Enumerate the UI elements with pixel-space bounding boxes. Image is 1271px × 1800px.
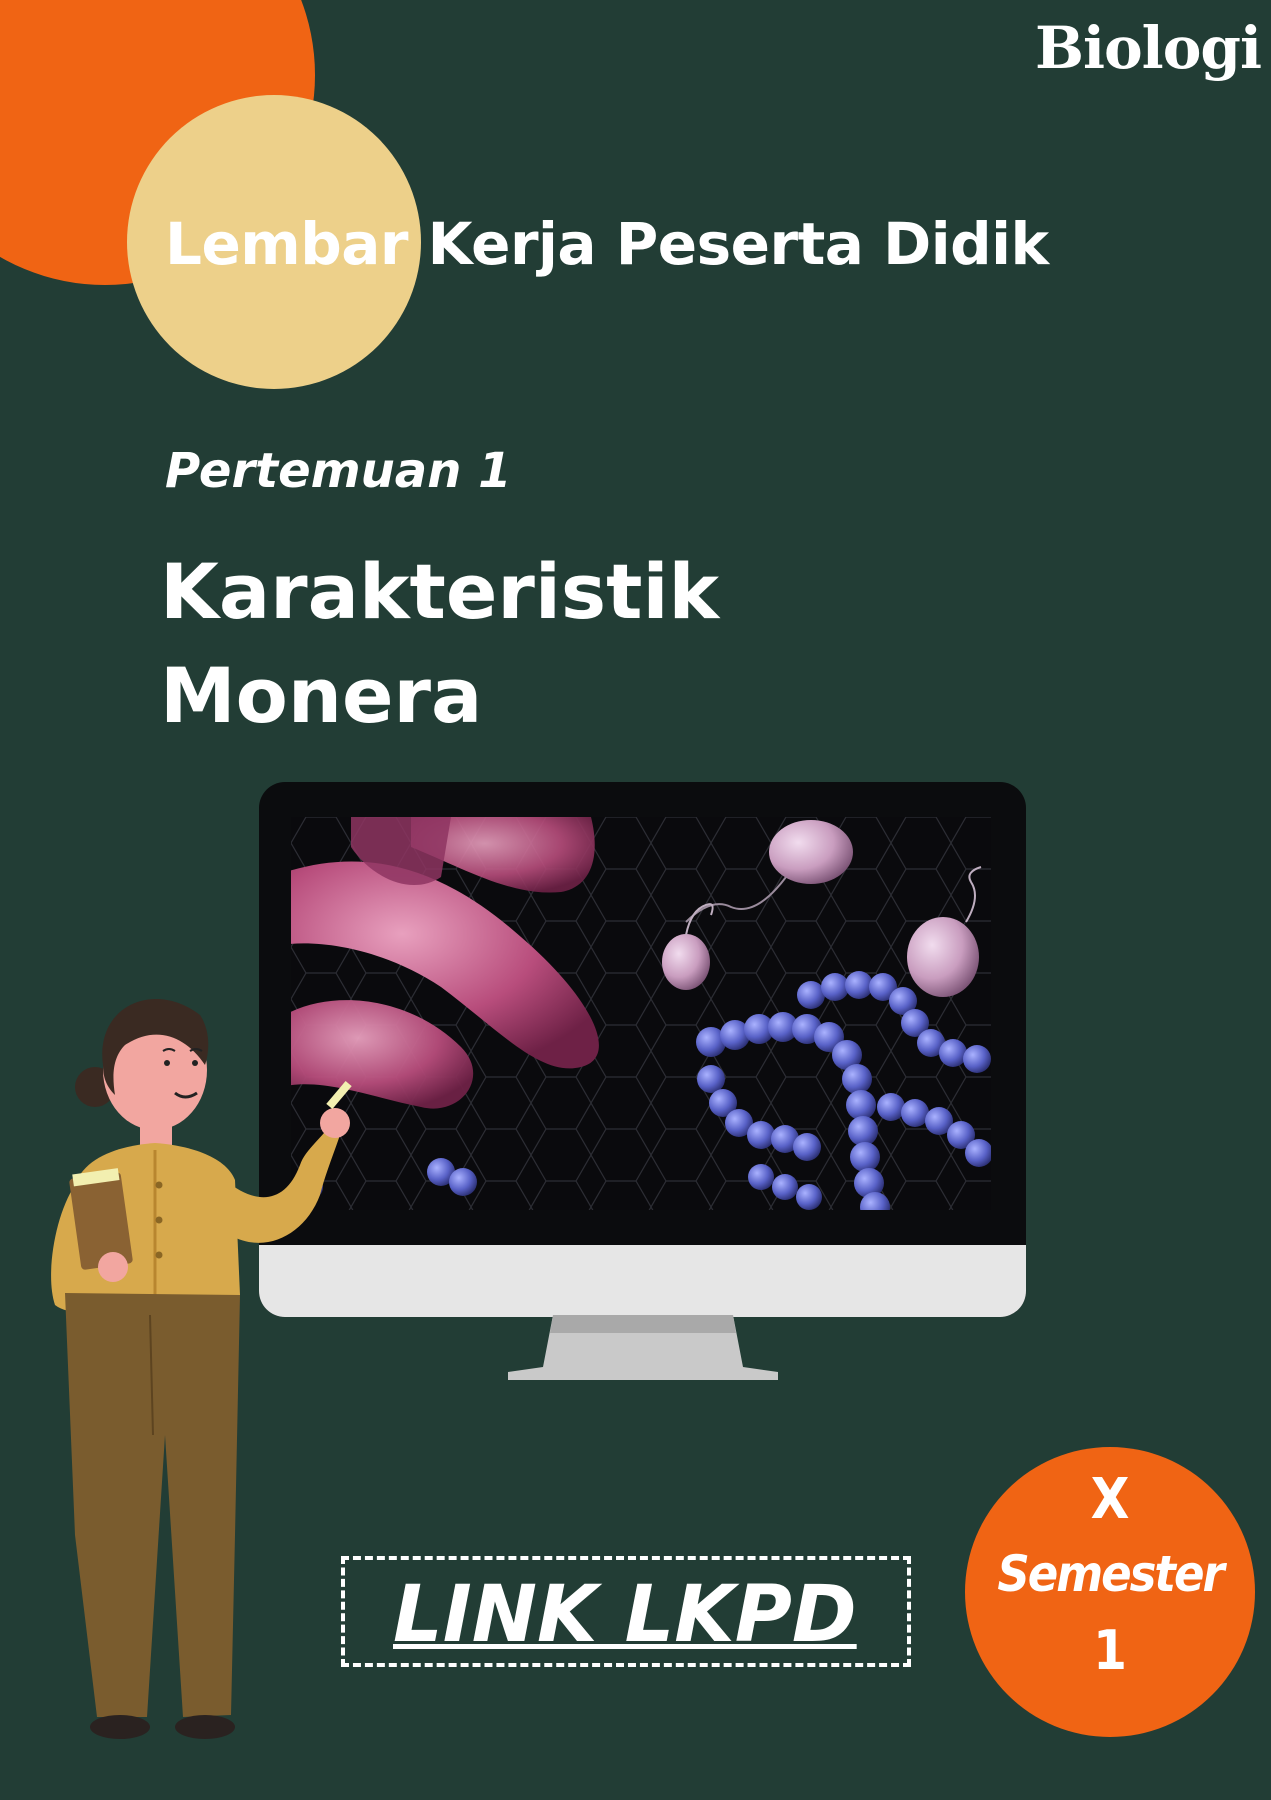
lkpd-link-label[interactable]: LINK LKPD <box>393 1570 857 1660</box>
topic-line-1: Karakteristik <box>160 547 720 636</box>
topic-line-2: Monera <box>160 651 483 740</box>
cover-page: Biologi Lembar Kerja Peserta Didik Perte… <box>0 0 1271 1800</box>
semester-label: Semester <box>997 1545 1224 1603</box>
subject-label: Biologi <box>1034 14 1262 82</box>
grade-label: X <box>1090 1467 1130 1532</box>
meeting-label: Pertemuan 1 <box>165 443 512 499</box>
grade-semester-badge: X Semester 1 <box>965 1447 1255 1737</box>
worksheet-title: Lembar Kerja Peserta Didik <box>165 210 1049 278</box>
semester-number: 1 <box>1093 1619 1127 1682</box>
bacteria-image <box>291 817 991 1210</box>
lkpd-link-button[interactable]: LINK LKPD <box>341 1556 911 1667</box>
topic-title: Karakteristik Monera <box>160 540 719 748</box>
monitor-stand <box>508 1315 778 1380</box>
